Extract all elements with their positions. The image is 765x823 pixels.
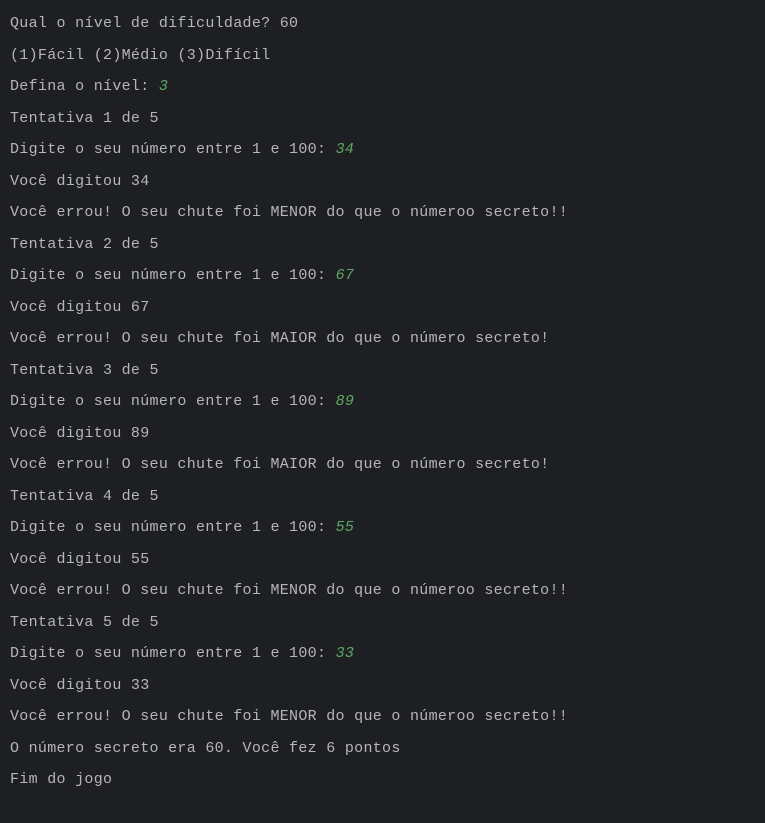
terminal-line: Você errou! O seu chute foi MAIOR do que… xyxy=(10,323,755,355)
terminal-line: Tentativa 2 de 5 xyxy=(10,229,755,261)
terminal-line: Digite o seu número entre 1 e 100: 33 xyxy=(10,638,755,670)
terminal-line: Você digitou 33 xyxy=(10,670,755,702)
prompt-text: Digite o seu número entre 1 e 100: xyxy=(10,519,336,536)
terminal-line: Digite o seu número entre 1 e 100: 67 xyxy=(10,260,755,292)
output-text: Você digitou 34 xyxy=(10,173,150,190)
output-text: Tentativa 3 de 5 xyxy=(10,362,159,379)
prompt-text: Defina o nível: xyxy=(10,78,159,95)
output-text: Fim do jogo xyxy=(10,771,112,788)
user-input: 67 xyxy=(336,267,355,284)
terminal-line: Tentativa 1 de 5 xyxy=(10,103,755,135)
terminal-output: Qual o nível de dificuldade? 60 (1)Fácil … xyxy=(10,8,755,796)
prompt-text: Digite o seu número entre 1 e 100: xyxy=(10,267,336,284)
terminal-line: Digite o seu número entre 1 e 100: 89 xyxy=(10,386,755,418)
output-text: Você digitou 55 xyxy=(10,551,150,568)
user-input: 33 xyxy=(336,645,355,662)
terminal-line: O número secreto era 60. Você fez 6 pont… xyxy=(10,733,755,765)
terminal-line: Tentativa 4 de 5 xyxy=(10,481,755,513)
output-text: Você errou! O seu chute foi MENOR do que… xyxy=(10,708,568,725)
terminal-line: Você errou! O seu chute foi MAIOR do que… xyxy=(10,449,755,481)
user-input: 89 xyxy=(336,393,355,410)
terminal-line: Qual o nível de dificuldade? 60 xyxy=(10,8,755,40)
output-text: Qual o nível de dificuldade? 60 xyxy=(10,15,298,32)
output-text: Você digitou 33 xyxy=(10,677,150,694)
terminal-line: Digite o seu número entre 1 e 100: 55 xyxy=(10,512,755,544)
user-input: 3 xyxy=(159,78,168,95)
prompt-text: Digite o seu número entre 1 e 100: xyxy=(10,141,336,158)
terminal-line: Você digitou 67 xyxy=(10,292,755,324)
terminal-line: Você digitou 55 xyxy=(10,544,755,576)
terminal-line: Tentativa 5 de 5 xyxy=(10,607,755,639)
terminal-line: Você errou! O seu chute foi MENOR do que… xyxy=(10,575,755,607)
output-text: Tentativa 5 de 5 xyxy=(10,614,159,631)
output-text: Você errou! O seu chute foi MAIOR do que… xyxy=(10,456,549,473)
terminal-line: Fim do jogo xyxy=(10,764,755,796)
output-text: Você errou! O seu chute foi MAIOR do que… xyxy=(10,330,549,347)
terminal-line: Tentativa 3 de 5 xyxy=(10,355,755,387)
output-text: Você errou! O seu chute foi MENOR do que… xyxy=(10,582,568,599)
prompt-text: Digite o seu número entre 1 e 100: xyxy=(10,393,336,410)
output-text: (1)Fácil (2)Médio (3)Difícil xyxy=(10,47,270,64)
output-text: Tentativa 1 de 5 xyxy=(10,110,159,127)
user-input: 34 xyxy=(336,141,355,158)
output-text: Tentativa 2 de 5 xyxy=(10,236,159,253)
output-text: Você errou! O seu chute foi MENOR do que… xyxy=(10,204,568,221)
user-input: 55 xyxy=(336,519,355,536)
terminal-line: Digite o seu número entre 1 e 100: 34 xyxy=(10,134,755,166)
output-text: O número secreto era 60. Você fez 6 pont… xyxy=(10,740,401,757)
terminal-line: Você errou! O seu chute foi MENOR do que… xyxy=(10,197,755,229)
terminal-line: (1)Fácil (2)Médio (3)Difícil xyxy=(10,40,755,72)
prompt-text: Digite o seu número entre 1 e 100: xyxy=(10,645,336,662)
output-text: Você digitou 67 xyxy=(10,299,150,316)
terminal-line: Defina o nível: 3 xyxy=(10,71,755,103)
output-text: Tentativa 4 de 5 xyxy=(10,488,159,505)
terminal-line: Você digitou 34 xyxy=(10,166,755,198)
output-text: Você digitou 89 xyxy=(10,425,150,442)
terminal-line: Você errou! O seu chute foi MENOR do que… xyxy=(10,701,755,733)
terminal-line: Você digitou 89 xyxy=(10,418,755,450)
